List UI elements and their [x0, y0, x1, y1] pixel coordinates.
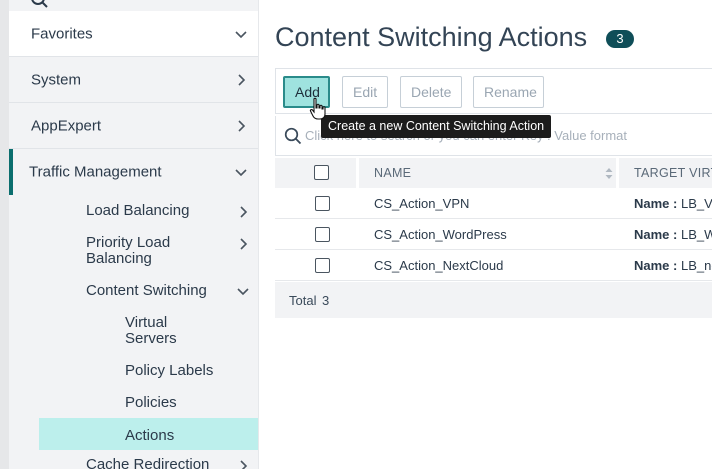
sidebar-item-virtual-servers[interactable]: Virtual Servers — [125, 315, 205, 349]
chevron-right-icon — [240, 460, 248, 469]
table-row[interactable]: CS_Action_NextCloud Name : LB_ne — [275, 250, 712, 281]
delete-button[interactable]: Delete — [400, 76, 462, 108]
sidebar-item-policies[interactable]: Policies — [125, 395, 177, 411]
chevron-down-icon — [235, 169, 247, 177]
chevron-right-icon — [238, 73, 246, 86]
table-header: NAME TARGET VIRTU — [275, 158, 712, 188]
sidebar-item-label: Virtual Servers — [125, 314, 177, 347]
sidebar-item-cache-redirection[interactable]: Cache Redirection — [86, 457, 258, 469]
sidebar-item-label: Policies — [125, 394, 177, 411]
row-target-label: Name : — [634, 227, 678, 242]
row-checkbox[interactable] — [315, 196, 330, 211]
chevron-down-icon — [237, 288, 249, 296]
chevron-right-icon — [238, 119, 246, 132]
row-target-value: LB_Wo — [680, 227, 712, 242]
sidebar-item-label: Favorites — [31, 25, 93, 42]
sidebar-item-actions[interactable]: Actions — [39, 418, 258, 450]
sidebar-item-label: Traffic Management — [29, 163, 162, 181]
column-separator — [356, 158, 359, 188]
rename-button[interactable]: Rename — [473, 76, 544, 108]
toolbar: Add Edit Delete Rename — [275, 68, 712, 114]
sidebar-item-load-balancing[interactable]: Load Balancing — [86, 203, 258, 223]
sidebar-item-label: Priority Load Balancing — [86, 234, 171, 267]
row-checkbox[interactable] — [315, 258, 330, 273]
sidebar-item-priority-load-balancing[interactable]: Priority Load Balancing — [86, 235, 258, 269]
sidebar-item-label: Load Balancing — [86, 202, 190, 219]
row-target: Name : LB_Wo — [634, 227, 712, 242]
search-icon[interactable] — [30, 0, 48, 8]
sidebar-item-system[interactable]: System — [9, 57, 258, 103]
sidebar-item-label: System — [31, 71, 82, 88]
select-all-checkbox[interactable] — [314, 165, 329, 180]
column-header-name[interactable]: NAME — [374, 166, 411, 180]
active-accent-bar — [9, 149, 13, 195]
sidebar-item-content-switching[interactable]: Content Switching — [86, 283, 258, 303]
count-badge: 3 — [606, 30, 634, 48]
table-row[interactable]: CS_Action_WordPress Name : LB_Wo — [275, 219, 712, 250]
add-tooltip: Create a new Content Switching Action — [321, 115, 552, 138]
sort-icon[interactable] — [605, 167, 613, 180]
row-target-label: Name : — [634, 196, 678, 211]
table-row[interactable]: CS_Action_VPN Name : LB_VP — [275, 188, 712, 219]
row-checkbox[interactable] — [315, 227, 330, 242]
edit-button[interactable]: Edit — [342, 76, 388, 108]
chevron-down-icon — [235, 30, 247, 38]
sidebar-item-appexpert[interactable]: AppExpert — [9, 103, 258, 149]
sidebar-item-policy-labels[interactable]: Policy Labels — [125, 363, 213, 379]
main-content: Content Switching Actions 3 Add Edit Del… — [258, 0, 712, 469]
row-target-label: Name : — [634, 258, 678, 273]
row-name: CS_Action_NextCloud — [374, 258, 504, 273]
sidebar: Favorites System AppExpert Traffic Manag… — [0, 0, 258, 469]
table-footer: Total 3 — [275, 282, 712, 318]
sidebar-item-label: Cache Redirection — [86, 456, 210, 469]
sidebar-item-label: Policy Labels — [125, 362, 214, 379]
search-icon — [284, 127, 302, 145]
row-name: CS_Action_VPN — [374, 196, 470, 211]
chevron-right-icon — [240, 206, 248, 218]
column-separator — [616, 158, 619, 188]
sidebar-item-traffic-management[interactable]: Traffic Management — [9, 149, 258, 195]
total-value: 3 — [322, 293, 330, 308]
sidebar-item-favorites[interactable]: Favorites — [9, 11, 258, 57]
row-target-value: LB_VP — [680, 196, 712, 211]
total-label: Total — [289, 293, 317, 308]
row-target: Name : LB_VP — [634, 196, 712, 211]
row-target: Name : LB_ne — [634, 258, 712, 273]
sidebar-item-label: AppExpert — [31, 117, 102, 134]
chevron-right-icon — [240, 238, 248, 250]
row-target-value: LB_ne — [680, 258, 712, 273]
row-name: CS_Action_WordPress — [374, 227, 507, 242]
hand-cursor-icon — [309, 97, 326, 120]
column-header-target[interactable]: TARGET VIRTU — [634, 166, 712, 180]
sidebar-spine — [0, 0, 9, 469]
sidebar-item-label: Actions — [125, 427, 175, 444]
page-title: Content Switching Actions — [275, 22, 588, 52]
sidebar-item-label: Content Switching — [86, 282, 207, 299]
